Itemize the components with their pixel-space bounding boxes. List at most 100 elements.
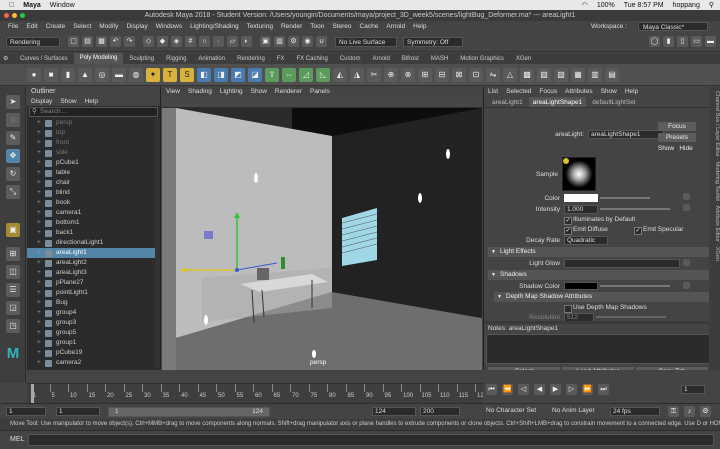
outliner-item[interactable]: + blind xyxy=(27,188,160,198)
planar-map-icon[interactable]: ▨ xyxy=(537,67,551,82)
playback-end-icon[interactable]: ⏭ xyxy=(598,384,609,395)
minimize-icon[interactable] xyxy=(12,13,17,18)
scene-render[interactable] xyxy=(162,108,482,370)
expand-icon[interactable]: + xyxy=(37,218,45,228)
tab-arealight1[interactable]: areaLight1 xyxy=(488,97,527,107)
clock[interactable]: Tue 8:57 PM xyxy=(624,2,664,9)
play-back-icon[interactable]: ◀ xyxy=(534,384,545,395)
shelf-tab-arnold[interactable]: Arnold xyxy=(367,56,396,62)
symmetry-dropdown[interactable]: Symmetry: Off xyxy=(403,36,463,47)
poly-plane-icon[interactable]: ▬ xyxy=(112,67,126,82)
expand-icon[interactable]: + xyxy=(37,188,45,198)
expand-icon[interactable]: + xyxy=(37,298,45,308)
menu-texturing[interactable]: Texturing xyxy=(247,23,273,30)
viewport-menu-lighting[interactable]: Lighting xyxy=(220,87,243,96)
menu-file[interactable]: File xyxy=(8,23,18,30)
open-scene-icon[interactable]: ▤ xyxy=(82,36,93,47)
shelf-tab-motion-graphics[interactable]: Motion Graphics xyxy=(454,56,510,62)
color-map-icon[interactable] xyxy=(683,193,690,200)
ipr-render-icon[interactable]: ▥ xyxy=(274,36,285,47)
poly-text-icon[interactable]: T xyxy=(163,67,177,82)
outliner-item[interactable]: + pCube19 xyxy=(27,348,160,358)
attr-menu-list[interactable]: List xyxy=(488,87,498,97)
viewport-menu-view[interactable]: View xyxy=(166,87,180,96)
menu-modify[interactable]: Modify xyxy=(99,23,118,30)
battery-status[interactable]: 100% xyxy=(597,2,615,9)
uv-editor-icon[interactable]: ▩ xyxy=(520,67,534,82)
quad-draw-icon[interactable]: ⊠ xyxy=(452,67,466,82)
zoom-icon[interactable] xyxy=(20,13,25,18)
menu-help[interactable]: Help xyxy=(413,23,426,30)
menu-windows[interactable]: Windows xyxy=(156,23,182,30)
sew-uv-icon[interactable]: ▥ xyxy=(588,67,602,82)
attr-menu-selected[interactable]: Selected xyxy=(506,87,531,97)
outliner-item[interactable]: + areaLight1 xyxy=(27,248,160,258)
cut-uv-icon[interactable]: ▦ xyxy=(571,67,585,82)
expand-icon[interactable]: + xyxy=(37,128,45,138)
viewport-menu-renderer[interactable]: Renderer xyxy=(275,87,302,96)
shelf-tab-xgen[interactable]: XGen xyxy=(510,56,537,62)
outliner-search-input[interactable]: Search... xyxy=(29,107,158,117)
notes-textarea[interactable] xyxy=(486,334,710,364)
expand-icon[interactable]: + xyxy=(37,168,45,178)
append-icon[interactable]: ◭ xyxy=(333,67,347,82)
target-weld-icon[interactable]: ⊕ xyxy=(384,67,398,82)
intensity-map-icon[interactable] xyxy=(683,204,690,211)
search-icon[interactable]: ⚲ xyxy=(709,1,714,9)
mac-menu-app[interactable]: Maya xyxy=(23,2,41,9)
shelf-tab-custom[interactable]: Custom xyxy=(334,56,367,62)
step-forward-frame-icon[interactable]: ▷ xyxy=(566,384,577,395)
triangulate-icon[interactable]: △ xyxy=(503,67,517,82)
new-scene-icon[interactable]: ▢ xyxy=(68,36,79,47)
playback-end-field[interactable]: 124 xyxy=(372,407,416,416)
platonic-icon[interactable]: ✦ xyxy=(146,67,160,82)
anim-prefs-icon[interactable]: ⚙ xyxy=(700,406,711,417)
select-component-icon[interactable]: ◈ xyxy=(171,36,182,47)
snap-plane-icon[interactable]: ▱ xyxy=(227,36,238,47)
auto-key-icon[interactable]: ⚿ xyxy=(668,406,679,417)
section-shadows[interactable]: Shadows xyxy=(488,270,710,280)
hypershade-icon[interactable]: ◉ xyxy=(302,36,313,47)
outliner-scrollbar[interactable] xyxy=(155,118,160,368)
emit-specular-checkbox[interactable]: Emit Specular xyxy=(634,226,683,235)
snap-surface-icon[interactable]: ◐ xyxy=(241,36,252,47)
outliner-item[interactable]: + table xyxy=(27,168,160,178)
bevel-icon[interactable]: ◿ xyxy=(299,67,313,82)
menu-arnold[interactable]: Arnold xyxy=(386,23,405,30)
poly-cylinder-icon[interactable]: ▮ xyxy=(61,67,75,82)
outliner-item[interactable]: + pointLight1 xyxy=(27,288,160,298)
expand-icon[interactable]: + xyxy=(37,228,45,238)
focus-button[interactable]: Focus xyxy=(658,122,696,131)
single-perspective-layout-icon[interactable]: ▣ xyxy=(6,223,20,237)
mel-label[interactable]: MEL xyxy=(10,436,24,443)
hide-button[interactable]: Hide xyxy=(676,144,696,153)
outliner-item[interactable]: + Bug xyxy=(27,298,160,308)
shelf-tab-bifrost[interactable]: Bifrost xyxy=(396,56,425,62)
render-frame-icon[interactable]: ▣ xyxy=(260,36,271,47)
bevel-icon-2[interactable]: ◺ xyxy=(316,67,330,82)
outliner-menu-help[interactable]: Help xyxy=(85,97,98,106)
boolean-icon[interactable]: ◪ xyxy=(248,67,262,82)
presets-button[interactable]: Presets xyxy=(658,133,696,142)
section-light-effects[interactable]: Light Effects xyxy=(488,247,710,257)
undo-icon[interactable]: ↶ xyxy=(110,36,121,47)
current-time-marker[interactable] xyxy=(31,384,34,404)
menu-stereo[interactable]: Stereo xyxy=(332,23,351,30)
poly-cube-icon[interactable]: ■ xyxy=(44,67,58,82)
menu-select[interactable]: Select xyxy=(73,23,91,30)
emit-diffuse-checkbox[interactable]: Emit Diffuse xyxy=(564,226,608,235)
anim-layer-dropdown[interactable]: No Anim Layer xyxy=(550,407,606,416)
poly-cone-icon[interactable]: ▲ xyxy=(78,67,92,82)
time-slider[interactable]: 1 5 10 15 20 25 30 35 40 45 50 55 60 65 70 75 80 85 90 95 10… xyxy=(27,383,487,404)
expand-icon[interactable]: + xyxy=(37,158,45,168)
shadow-color-slider[interactable] xyxy=(600,285,670,287)
outliner-item[interactable]: + top xyxy=(27,128,160,138)
two-view-layout-icon[interactable]: ◫ xyxy=(6,265,20,279)
render-settings-icon[interactable]: ⚙ xyxy=(288,36,299,47)
node-name-field[interactable]: areaLightShape1 xyxy=(588,130,664,139)
sign-in-icon[interactable]: ◯ xyxy=(649,36,660,47)
unfold-icon[interactable]: ▤ xyxy=(605,67,619,82)
extrude-icon[interactable]: ⇧ xyxy=(265,67,279,82)
outliner-item[interactable]: + side xyxy=(27,148,160,158)
step-back-frame-icon[interactable]: ◁ xyxy=(518,384,529,395)
